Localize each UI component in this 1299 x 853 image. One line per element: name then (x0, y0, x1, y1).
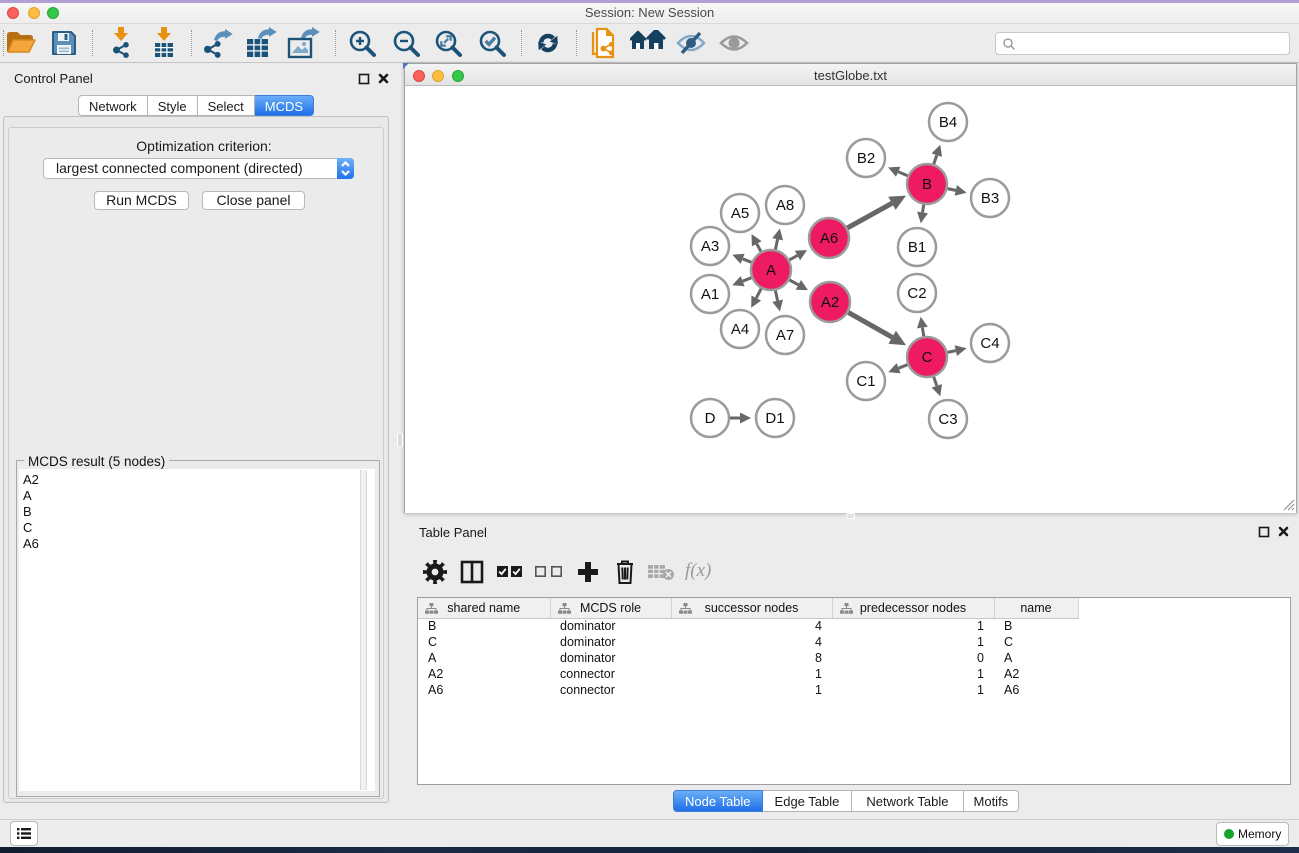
svg-text:D1: D1 (765, 410, 784, 427)
svg-text:C4: C4 (980, 335, 999, 352)
svg-text:C1: C1 (856, 373, 875, 390)
svg-text:A4: A4 (731, 321, 749, 338)
svg-text:B: B (922, 176, 932, 193)
svg-text:B3: B3 (981, 190, 999, 207)
svg-text:B1: B1 (908, 239, 926, 256)
svg-text:A6: A6 (820, 230, 838, 247)
svg-text:A7: A7 (776, 327, 794, 344)
svg-text:A1: A1 (701, 286, 719, 303)
svg-text:D: D (705, 410, 716, 427)
svg-text:B2: B2 (857, 150, 875, 167)
svg-text:A2: A2 (821, 294, 839, 311)
svg-text:C3: C3 (938, 411, 957, 428)
svg-text:C: C (922, 349, 933, 366)
svg-text:A5: A5 (731, 205, 749, 222)
svg-text:A3: A3 (701, 238, 719, 255)
svg-text:B4: B4 (939, 114, 957, 131)
svg-text:A: A (766, 262, 776, 279)
svg-text:C2: C2 (907, 285, 926, 302)
svg-text:A8: A8 (776, 197, 794, 214)
